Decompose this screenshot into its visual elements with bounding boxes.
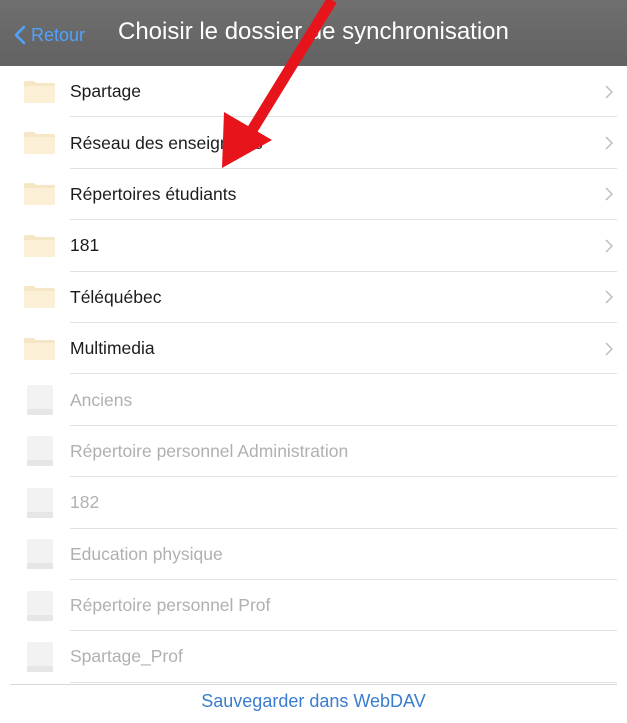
file-row: Education physique [0,529,627,581]
file-label: Spartage_Prof [70,646,183,667]
file-label: 182 [70,492,100,513]
folder-icon [24,337,55,360]
chevron-right-icon [605,85,613,99]
file-row: Répertoire personnel Prof [0,580,627,632]
page-title: Choisir le dossier de synchronisation [118,18,509,45]
file-label: Répertoire personnel Prof [70,595,271,616]
folder-list: Spartage Réseau des enseignants Répertoi… [0,66,627,684]
file-icon [27,539,53,570]
chevron-right-icon [605,136,613,150]
folder-label: Réseau des enseignants [70,132,263,153]
chevron-right-icon [605,290,613,304]
folder-row[interactable]: Répertoires étudiants [0,169,627,221]
file-row: 182 [0,477,627,529]
folder-label: Répertoires étudiants [70,183,237,204]
file-icon [27,385,53,416]
app-screen: Retour Choisir le dossier de synchronisa… [0,0,627,723]
folder-row[interactable]: Téléquébec [0,272,627,324]
folder-icon [24,80,55,103]
back-button[interactable]: Retour [14,22,85,48]
file-icon [27,487,53,518]
folder-label: Multimedia [70,338,155,359]
folder-row[interactable]: 181 [0,220,627,272]
file-icon [27,590,53,621]
file-row: Anciens [0,374,627,427]
folder-label: Téléquébec [70,286,162,307]
folder-row[interactable]: Multimedia [0,323,627,375]
save-to-webdav-button[interactable]: Sauvegarder dans WebDAV [0,691,627,712]
folder-icon [24,234,55,257]
back-label: Retour [31,24,86,45]
file-label: Répertoire personnel Administration [70,440,349,461]
folder-icon [24,183,55,206]
folder-icon [24,132,55,155]
file-row: Spartage_Prof [0,631,627,684]
folder-row[interactable]: Réseau des enseignants [0,117,627,170]
folder-label: 181 [70,235,100,256]
chevron-right-icon [605,187,613,201]
chevron-right-icon [605,342,613,356]
file-row: Répertoire personnel Administration [0,426,627,478]
folder-icon [24,286,55,309]
file-icon [27,641,53,672]
file-label: Education physique [70,543,223,564]
file-label: Anciens [70,389,133,410]
chevron-left-icon [14,25,26,45]
folder-row[interactable]: Spartage [0,66,627,118]
chevron-right-icon [605,239,613,253]
navigation-bar: Retour Choisir le dossier de synchronisa… [0,0,627,66]
folder-label: Spartage [70,81,142,102]
file-icon [27,436,53,467]
footer-divider [10,684,617,685]
